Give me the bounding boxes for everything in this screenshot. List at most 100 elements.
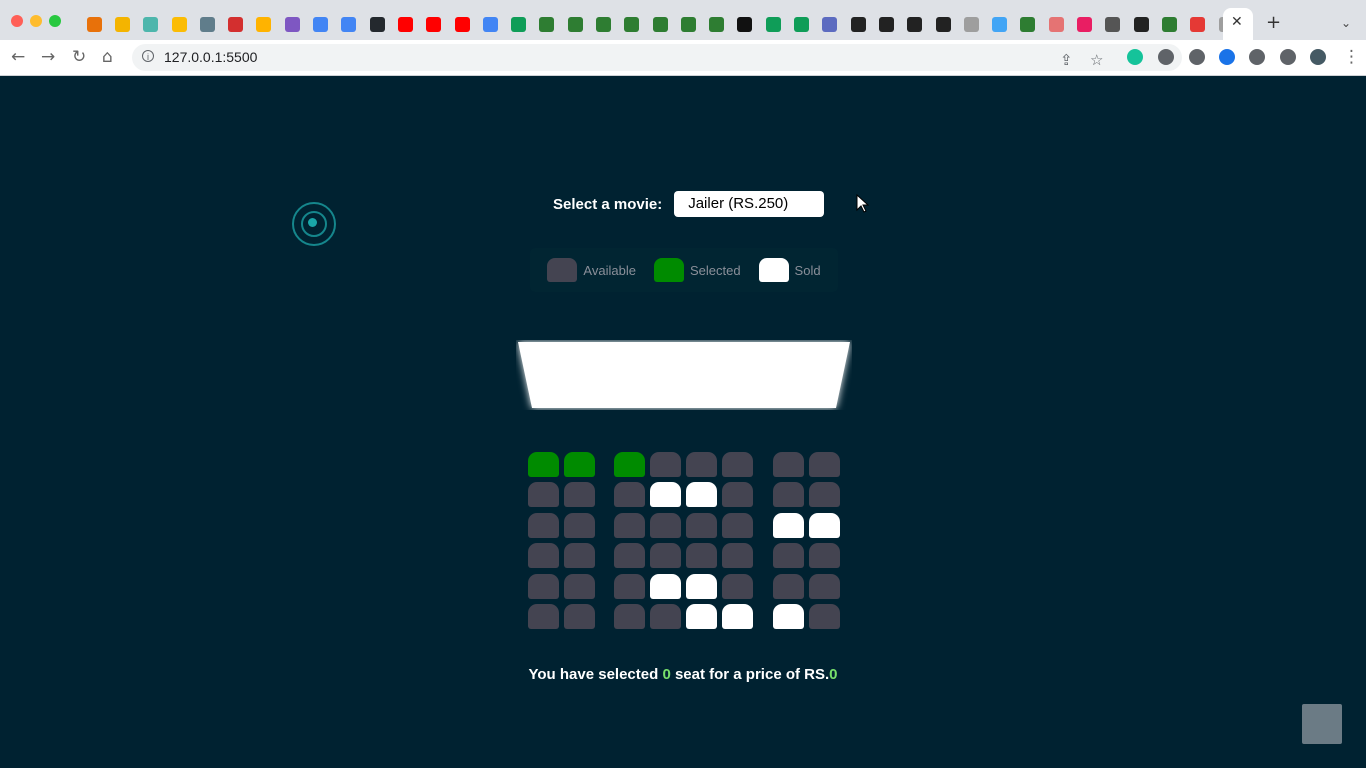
pinned-tab-6[interactable] (250, 14, 278, 34)
pinned-tab-12[interactable] (420, 14, 448, 34)
pinned-tab-21[interactable] (674, 14, 702, 34)
reload-icon[interactable]: ↻ (72, 48, 86, 66)
pinned-tab-27[interactable] (844, 14, 872, 34)
seat-available[interactable] (614, 604, 645, 629)
minimize-window-button[interactable] (30, 15, 42, 27)
pinned-tab-15[interactable] (504, 14, 532, 34)
pinned-tab-34[interactable] (1042, 14, 1070, 34)
address-bar[interactable]: i 127.0.0.1:5500 ⇪ ☆ (132, 44, 1182, 71)
pinned-tab-25[interactable] (787, 14, 815, 34)
seat-available[interactable] (809, 604, 840, 629)
pinned-tab-28[interactable] (872, 14, 900, 34)
seat-available[interactable] (564, 604, 595, 629)
seat-available[interactable] (614, 512, 645, 538)
pinned-tab-5[interactable] (221, 14, 249, 34)
seat-available[interactable] (564, 573, 595, 599)
pinned-tab-31[interactable] (957, 14, 985, 34)
extension-icon-1[interactable] (1158, 49, 1174, 65)
pinned-tab-19[interactable] (618, 14, 646, 34)
seat-available[interactable] (650, 452, 681, 477)
seat-available[interactable] (650, 512, 681, 538)
pinned-tab-22[interactable] (703, 14, 731, 34)
site-info-icon[interactable]: i (142, 50, 154, 62)
seat-available[interactable] (528, 573, 559, 599)
new-tab-button[interactable]: + (1266, 12, 1281, 33)
seat-available[interactable] (809, 452, 840, 477)
share-icon[interactable]: ⇪ (1060, 51, 1073, 69)
pinned-tab-36[interactable] (1099, 14, 1127, 34)
browser-menu-icon[interactable]: ⋮ (1343, 48, 1360, 66)
home-icon[interactable]: ⌂ (102, 48, 113, 66)
pinned-tab-20[interactable] (646, 14, 674, 34)
seat-available[interactable] (564, 512, 595, 538)
movie-select[interactable]: Jailer (RS.250) (674, 191, 825, 217)
bookmark-star-icon[interactable]: ☆ (1090, 51, 1103, 69)
seat-available[interactable] (614, 543, 645, 569)
seat-available[interactable] (686, 543, 717, 569)
pinned-tab-3[interactable] (165, 14, 193, 34)
pinned-tab-4[interactable] (193, 14, 221, 34)
pinned-tab-0[interactable] (80, 14, 108, 34)
extension-icon-6[interactable] (1310, 49, 1326, 65)
seat-available[interactable] (528, 543, 559, 569)
seat-available[interactable] (773, 573, 804, 599)
pinned-tab-30[interactable] (929, 14, 957, 34)
pinned-tab-10[interactable] (363, 14, 391, 34)
forward-icon[interactable]: → (41, 48, 55, 66)
seat-selected[interactable] (528, 452, 559, 477)
seat-available[interactable] (528, 512, 559, 538)
seat-selected[interactable] (564, 452, 595, 477)
pinned-tab-29[interactable] (901, 14, 929, 34)
seat-available[interactable] (722, 452, 753, 477)
seat-available[interactable] (650, 604, 681, 629)
seat-available[interactable] (614, 573, 645, 599)
pinned-tab-18[interactable] (589, 14, 617, 34)
pinned-tab-37[interactable] (1127, 14, 1155, 34)
seat-available[interactable] (773, 482, 804, 508)
pinned-tab-32[interactable] (986, 14, 1014, 34)
pinned-tab-7[interactable] (278, 14, 306, 34)
extension-icon-3[interactable] (1219, 49, 1235, 65)
pinned-tab-38[interactable] (1155, 14, 1183, 34)
seat-available[interactable] (722, 482, 753, 508)
pinned-tab-35[interactable] (1070, 14, 1098, 34)
pinned-tab-1[interactable] (108, 14, 136, 34)
seat-available[interactable] (773, 452, 804, 477)
close-tab-icon[interactable]: ✕ (1231, 14, 1243, 30)
pinned-tab-8[interactable] (306, 14, 334, 34)
pinned-tab-33[interactable] (1014, 14, 1042, 34)
seat-available[interactable] (722, 543, 753, 569)
pinned-tab-26[interactable] (816, 14, 844, 34)
seat-available[interactable] (809, 573, 840, 599)
pinned-tab-23[interactable] (731, 14, 759, 34)
seat-available[interactable] (809, 482, 840, 508)
extension-icon-4[interactable] (1249, 49, 1265, 65)
pinned-tab-24[interactable] (759, 14, 787, 34)
pinned-tab-13[interactable] (448, 14, 476, 34)
seat-available[interactable] (564, 482, 595, 508)
seat-available[interactable] (528, 604, 559, 629)
pinned-tab-17[interactable] (561, 14, 589, 34)
close-window-button[interactable] (11, 15, 23, 27)
seat-available[interactable] (686, 512, 717, 538)
extension-icon-0[interactable] (1127, 49, 1143, 65)
seat-available[interactable] (809, 543, 840, 569)
tab-search-icon[interactable]: ⌄ (1341, 16, 1351, 30)
seat-available[interactable] (722, 512, 753, 538)
seat-available[interactable] (528, 482, 559, 508)
pinned-tab-39[interactable] (1184, 14, 1212, 34)
pinned-tab-14[interactable] (476, 14, 504, 34)
pinned-tab-9[interactable] (335, 14, 363, 34)
maximize-window-button[interactable] (49, 15, 61, 27)
extension-icon-2[interactable] (1189, 49, 1205, 65)
seat-available[interactable] (686, 452, 717, 477)
seat-available[interactable] (773, 543, 804, 569)
pinned-tab-16[interactable] (533, 14, 561, 34)
back-icon[interactable]: ← (11, 48, 25, 66)
extension-icon-5[interactable] (1280, 49, 1296, 65)
seat-available[interactable] (614, 482, 645, 508)
seat-available[interactable] (722, 573, 753, 599)
seat-available[interactable] (564, 543, 595, 569)
pinned-tab-11[interactable] (391, 14, 419, 34)
pinned-tab-2[interactable] (137, 14, 165, 34)
